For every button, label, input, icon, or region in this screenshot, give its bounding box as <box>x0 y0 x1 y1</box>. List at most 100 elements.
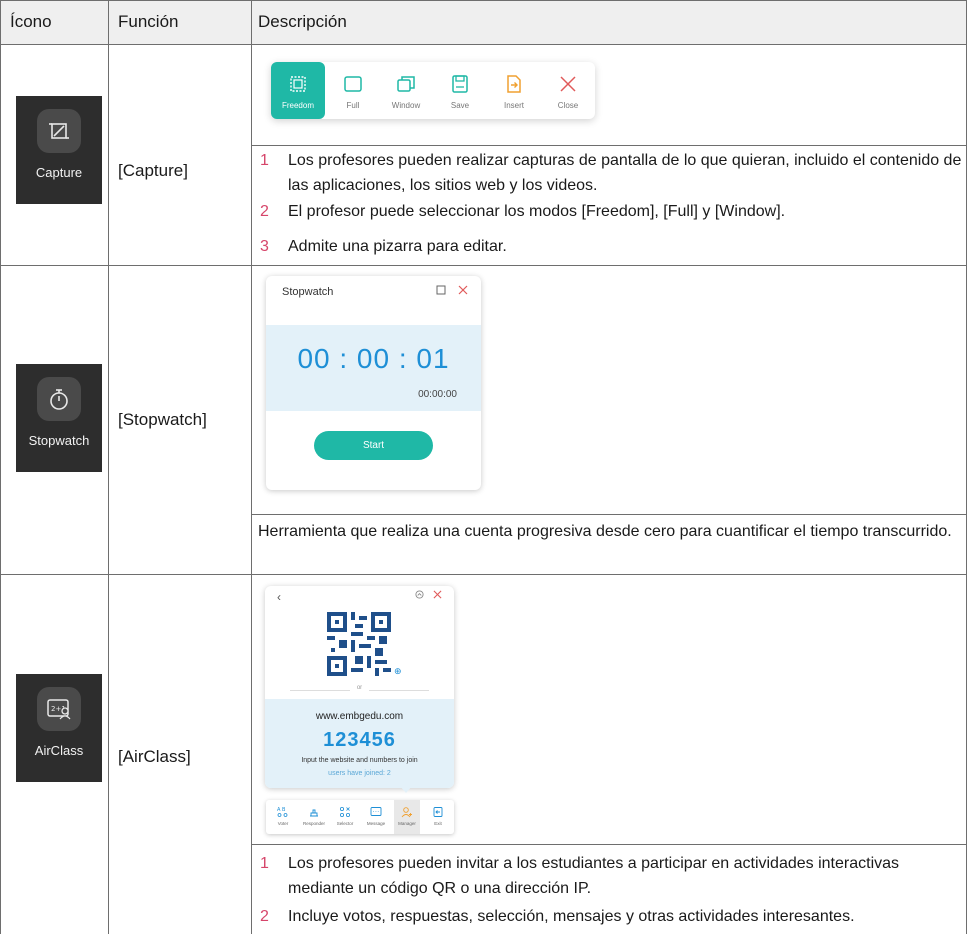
airclass-window: ‹ ⊕ or www.embgedu.com 123456 Input the … <box>265 586 454 788</box>
airclass-icon-label: AirClass <box>34 743 84 758</box>
voter-button[interactable]: A B Voter <box>270 800 296 834</box>
join-instruction: Input the website and numbers to join <box>301 757 418 764</box>
freedom-button[interactable]: Freedom <box>271 62 325 119</box>
responder-icon <box>310 809 318 817</box>
airclass-function-name: [AirClass] <box>118 747 191 766</box>
airclass-item-1: 1 Los profesores pueden invitar a los es… <box>258 851 963 901</box>
stopwatch-icon <box>37 377 81 421</box>
exit-button[interactable]: Exit <box>425 800 451 834</box>
header-divider <box>0 44 967 45</box>
message-icon <box>370 807 382 816</box>
manager-label: Manager <box>398 821 416 826</box>
airclass-icon: 2+1 <box>37 687 81 731</box>
item-text: Los profesores pueden realizar capturas … <box>288 152 962 194</box>
airclass-toolbar: A B Voter Responder Selector Message Man… <box>266 800 454 834</box>
insert-icon <box>503 73 525 95</box>
close-button[interactable]: Close <box>541 62 595 119</box>
close-icon[interactable] <box>433 590 442 602</box>
or-label: or <box>356 685 363 691</box>
close-icon[interactable] <box>458 284 468 298</box>
exit-icon <box>433 807 443 817</box>
message-label: Message <box>366 821 386 826</box>
full-label: Full <box>346 101 360 110</box>
airclass-app-icon: 2+1 AirClass <box>16 674 102 782</box>
feature-table: Ícono Función Descripción Capture [Captu… <box>0 0 967 934</box>
save-icon <box>449 73 471 95</box>
stopwatch-description: Herramienta que realiza una cuenta progr… <box>258 523 952 540</box>
header-icon-column: Ícono <box>10 12 52 31</box>
freedom-label: Freedom <box>281 101 314 110</box>
column-divider-2 <box>251 0 252 934</box>
collapse-icon[interactable] <box>415 590 424 602</box>
crop-icon <box>37 109 81 153</box>
capture-app-icon: Capture <box>16 96 102 204</box>
stopwatch-desc-divider <box>251 514 967 515</box>
back-icon[interactable]: ‹ <box>277 590 281 604</box>
item-text: Incluye votos, respuestas, selección, me… <box>288 908 855 925</box>
save-button[interactable]: Save <box>433 62 487 119</box>
airclass-item-2: 2 Incluye votos, respuestas, selección, … <box>258 904 963 929</box>
close-icon <box>557 73 579 95</box>
message-button[interactable]: Message <box>363 800 389 834</box>
manager-button[interactable]: Manager <box>394 800 420 834</box>
selector-icon <box>339 806 351 818</box>
join-code: 123456 <box>323 729 396 751</box>
close-label: Close <box>557 101 579 110</box>
svg-text:A B: A B <box>277 807 286 813</box>
qr-code-icon <box>327 612 391 676</box>
window-icon <box>395 73 417 95</box>
stopwatch-icon-label: Stopwatch <box>28 433 90 448</box>
capture-item-2: 2 El profesor puede seleccionar los modo… <box>258 199 963 224</box>
stopwatch-app-icon: Stopwatch <box>16 364 102 472</box>
manager-icon <box>401 807 412 818</box>
item-number: 2 <box>260 908 269 925</box>
item-number: 2 <box>260 203 269 220</box>
airclass-pointer <box>400 786 412 793</box>
row-divider-1 <box>0 265 967 266</box>
capture-item-1: 1 Los profesores pueden realizar captura… <box>258 148 963 198</box>
capture-icon-label: Capture <box>35 165 83 180</box>
row-divider-2 <box>0 574 967 575</box>
save-label: Save <box>450 101 470 110</box>
insert-button[interactable]: Insert <box>487 62 541 119</box>
responder-button[interactable]: Responder <box>301 800 327 834</box>
freedom-icon <box>287 73 309 95</box>
item-text: Admite una pizarra para editar. <box>288 238 507 255</box>
stopwatch-display: 00 : 00 : 01 00:00:00 <box>266 325 481 411</box>
column-divider-1 <box>108 0 109 934</box>
stopwatch-function-name: [Stopwatch] <box>118 410 207 429</box>
maximize-icon[interactable] <box>436 284 446 298</box>
voter-label: Voter <box>277 821 289 826</box>
zoom-icon[interactable]: ⊕ <box>394 666 402 677</box>
airclass-join-panel: www.embgedu.com 123456 Input the website… <box>265 699 454 788</box>
capture-desc-divider <box>251 145 967 146</box>
capture-function-name: [Capture] <box>118 161 188 180</box>
joined-count: users have joined: 2 <box>328 770 391 777</box>
item-number: 3 <box>260 238 269 255</box>
item-text: El profesor puede seleccionar los modos … <box>288 203 786 220</box>
item-text: Los profesores pueden invitar a los estu… <box>288 855 900 897</box>
stopwatch-subtime: 00:00:00 <box>418 389 457 400</box>
exit-label: Exit <box>434 821 442 826</box>
header-description-column: Descripción <box>258 12 347 31</box>
insert-label: Insert <box>503 101 524 110</box>
airclass-desc-divider <box>251 844 967 845</box>
full-button[interactable]: Full <box>326 62 380 119</box>
join-url: www.embgedu.com <box>315 711 404 722</box>
start-button[interactable]: Start <box>314 431 433 460</box>
selector-label: Selector <box>336 821 354 826</box>
responder-label: Responder <box>302 821 325 826</box>
capture-toolbar: Freedom Full Window Save Insert Close <box>271 62 595 119</box>
window-button[interactable]: Window <box>379 62 433 119</box>
stopwatch-window: Stopwatch 00 : 00 : 01 00:00:00 Start <box>266 276 481 490</box>
capture-item-3: 3 Admite una pizarra para editar. <box>258 234 963 259</box>
item-number: 1 <box>260 855 269 872</box>
table-header: Ícono Función Descripción <box>0 0 967 44</box>
stopwatch-time: 00 : 00 : 01 <box>297 343 450 374</box>
window-label: Window <box>391 101 421 110</box>
stopwatch-window-title: Stopwatch <box>282 286 334 298</box>
voter-icon: A B <box>277 807 288 817</box>
full-screen-icon <box>342 73 364 95</box>
table-border-left <box>0 0 1 934</box>
selector-button[interactable]: Selector <box>332 800 358 834</box>
